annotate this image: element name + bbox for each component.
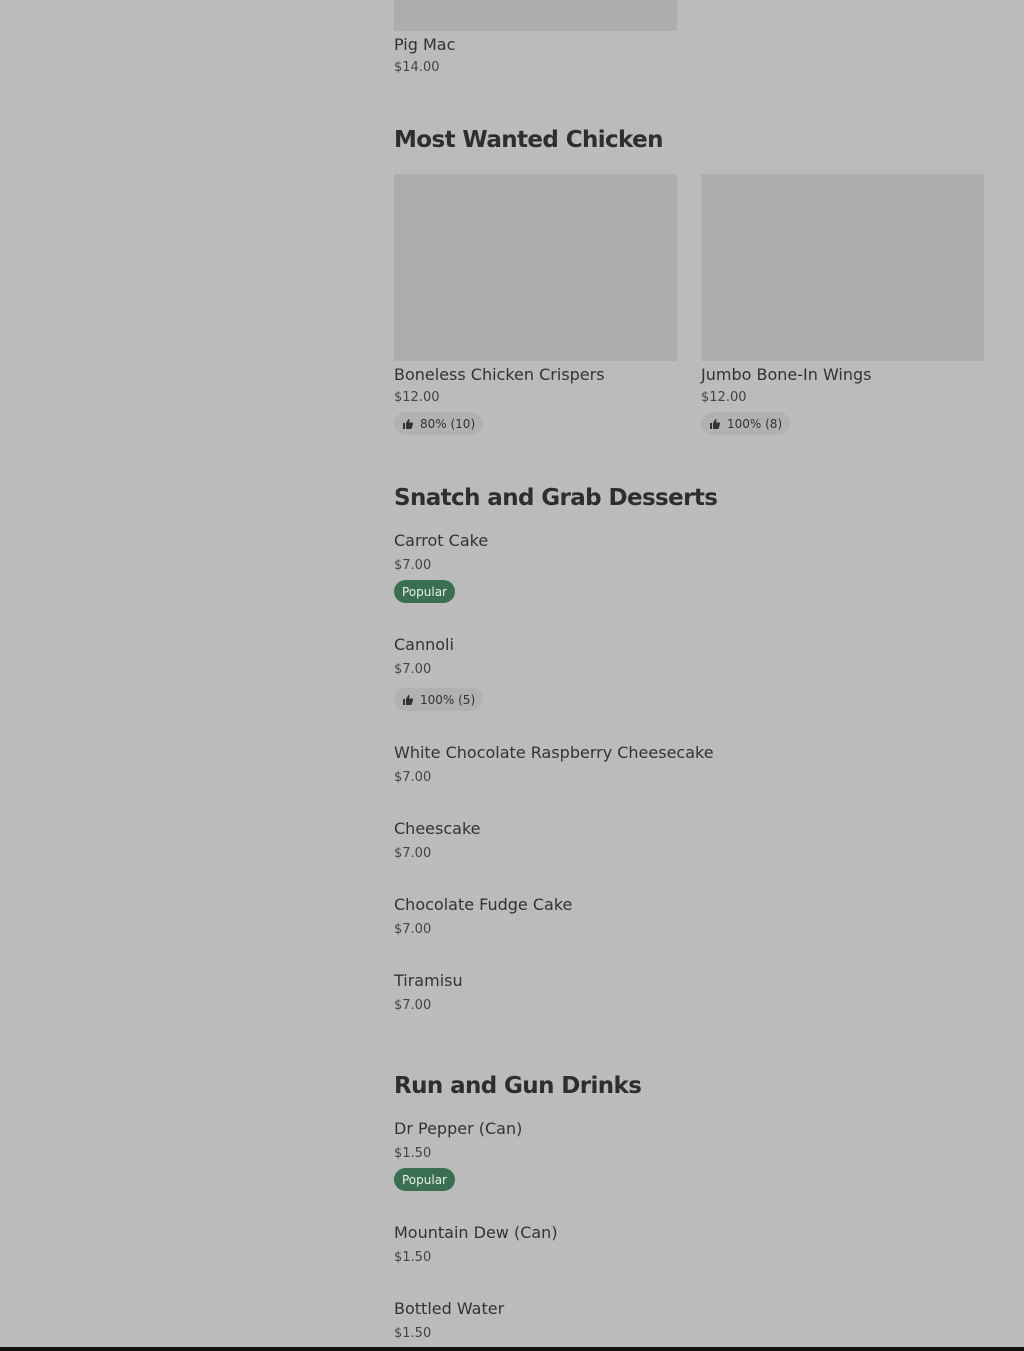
item-price: $12.00 <box>701 390 747 405</box>
thumbs-up-icon <box>403 694 414 705</box>
rating-pill: 80% (10) <box>394 412 484 435</box>
bottom-edge-bar <box>0 1347 1024 1351</box>
item-name: Tiramisu <box>394 971 463 990</box>
rating-text: 80% (10) <box>420 416 476 431</box>
item-price: $7.00 <box>394 558 432 573</box>
rating-text: 100% (5) <box>420 692 476 707</box>
item-price: $1.50 <box>394 1146 432 1161</box>
section-title: Most Wanted Chicken <box>394 127 664 153</box>
item-name: Chocolate Fudge Cake <box>394 895 573 914</box>
item-name: White Chocolate Raspberry Cheesecake <box>394 743 714 762</box>
popular-badge: Popular <box>394 580 455 603</box>
item-image <box>701 174 984 361</box>
item-image <box>394 0 677 31</box>
thumbs-up-icon <box>403 418 414 429</box>
item-name: Carrot Cake <box>394 531 489 550</box>
section-title: Snatch and Grab Desserts <box>394 485 718 511</box>
popular-badge: Popular <box>394 1168 455 1191</box>
item-name: Mountain Dew (Can) <box>394 1223 558 1242</box>
item-image <box>394 174 677 361</box>
item-price: $7.00 <box>394 846 432 861</box>
rating-pill: 100% (8) <box>701 412 791 435</box>
item-price: $12.00 <box>394 390 440 405</box>
thumbs-up-icon <box>710 418 721 429</box>
rating-pill: 100% (5) <box>394 688 484 711</box>
item-price: $7.00 <box>394 998 432 1013</box>
item-name: Boneless Chicken Crispers <box>394 365 605 384</box>
item-price: $7.00 <box>394 770 432 785</box>
item-name: Cannoli <box>394 635 454 654</box>
item-name: Pig Mac <box>394 35 456 54</box>
item-name: Cheescake <box>394 819 481 838</box>
item-price: $7.00 <box>394 922 432 937</box>
item-price: $1.50 <box>394 1326 432 1341</box>
item-price: $1.50 <box>394 1250 432 1265</box>
item-name: Bottled Water <box>394 1299 505 1318</box>
rating-text: 100% (8) <box>727 416 783 431</box>
item-name: Jumbo Bone-In Wings <box>701 365 872 384</box>
item-price: $7.00 <box>394 662 432 677</box>
item-name: Dr Pepper (Can) <box>394 1119 523 1138</box>
item-price: $14.00 <box>394 60 440 75</box>
section-title: Run and Gun Drinks <box>394 1073 642 1099</box>
